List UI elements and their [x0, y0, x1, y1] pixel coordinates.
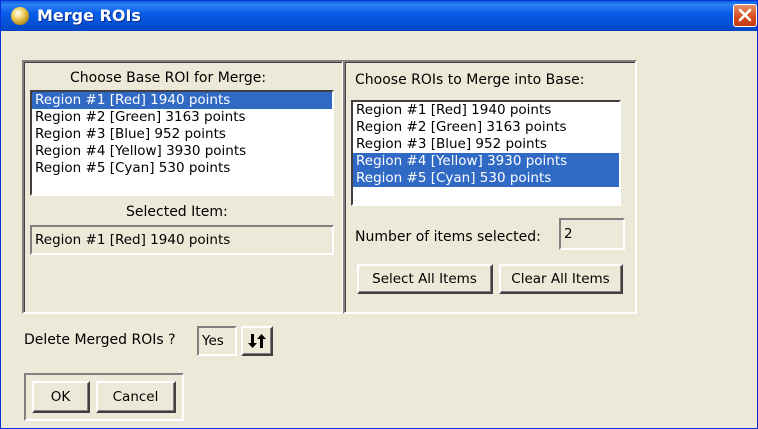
ok-label: OK [50, 388, 71, 405]
list-item[interactable]: Region #3 [Blue] 952 points [353, 136, 619, 153]
envi-globe-icon [11, 7, 29, 25]
merge-rois-dialog: Merge ROIs Choose Base ROI for Merge: Re… [0, 0, 758, 429]
close-icon [738, 8, 752, 22]
base-roi-panel: Choose Base ROI for Merge: Region #1 [Re… [22, 60, 344, 314]
list-item[interactable]: Region #5 [Cyan] 530 points [32, 160, 332, 177]
list-item[interactable]: Region #1 [Red] 1940 points [32, 92, 332, 109]
title-bar[interactable]: Merge ROIs [1, 1, 757, 31]
list-item[interactable]: Region #4 [Yellow] 3930 points [353, 153, 619, 170]
list-item[interactable]: Region #1 [Red] 1940 points [353, 102, 619, 119]
items-selected-label: Number of items selected: [355, 229, 541, 245]
cancel-button[interactable]: Cancel [96, 381, 176, 413]
merge-roi-list[interactable]: Region #1 [Red] 1940 points Region #2 [G… [351, 100, 621, 206]
selected-item-field: Region #1 [Red] 1940 points [30, 225, 334, 255]
list-item[interactable]: Region #2 [Green] 3163 points [353, 119, 619, 136]
toggle-arrows-icon [247, 333, 266, 348]
list-item[interactable]: Region #5 [Cyan] 530 points [353, 170, 619, 187]
action-button-group: OK Cancel [24, 373, 184, 421]
selected-item-label: Selected Item: [126, 204, 228, 220]
delete-merged-label: Delete Merged ROIs ? [24, 332, 176, 348]
select-all-button[interactable]: Select All Items [357, 264, 493, 294]
base-roi-heading: Choose Base ROI for Merge: [70, 70, 267, 86]
list-item[interactable]: Region #4 [Yellow] 3930 points [32, 143, 332, 160]
merge-roi-heading: Choose ROIs to Merge into Base: [355, 72, 585, 88]
cancel-label: Cancel [112, 388, 159, 405]
select-all-label: Select All Items [372, 270, 477, 287]
ok-button[interactable]: OK [32, 381, 90, 413]
window-title: Merge ROIs [37, 6, 141, 25]
list-item[interactable]: Region #3 [Blue] 952 points [32, 126, 332, 143]
merge-roi-panel: Choose ROIs to Merge into Base: Region #… [343, 60, 637, 314]
items-selected-count: 2 [559, 218, 625, 250]
clear-all-label: Clear All Items [511, 270, 610, 287]
delete-merged-value: Yes [197, 326, 237, 356]
clear-all-button[interactable]: Clear All Items [499, 264, 623, 294]
base-roi-list[interactable]: Region #1 [Red] 1940 points Region #2 [G… [30, 90, 334, 196]
list-item[interactable]: Region #2 [Green] 3163 points [32, 109, 332, 126]
toggle-delete-button[interactable] [241, 326, 273, 356]
close-button[interactable] [733, 4, 757, 27]
